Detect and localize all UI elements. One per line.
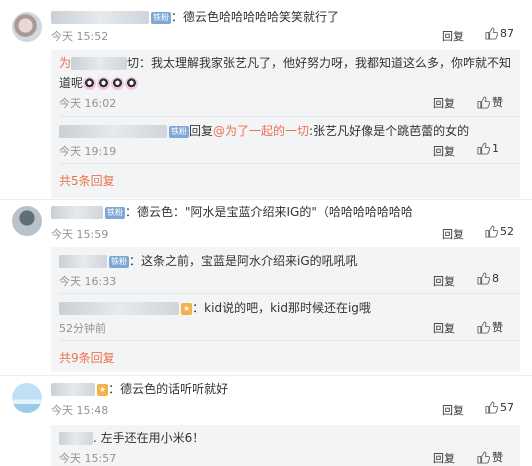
comment-time: 今天 15:52 [51, 30, 109, 43]
fan-badge: 铁粉 [169, 125, 189, 138]
reply-button[interactable]: 回复 [442, 226, 464, 242]
reply-text: . 左手还在用小米6！ [59, 428, 204, 448]
like-button[interactable]: 赞 [477, 94, 503, 110]
divider [0, 199, 532, 200]
like-button[interactable]: 57 [485, 401, 514, 414]
comment-time: 今天 15:48 [51, 404, 109, 417]
like-button[interactable]: 87 [485, 27, 514, 40]
comment-time: 今天 15:59 [51, 228, 109, 241]
divider [59, 340, 520, 341]
emoji-icon [125, 77, 139, 90]
fan-badge: ★ [181, 302, 193, 315]
reply-time: 52分钟前 [59, 322, 106, 335]
fan-badge: 铁粉 [109, 255, 129, 268]
more-replies-link[interactable]: 共9条回复 [59, 349, 115, 366]
reply-button[interactable]: 回复 [433, 95, 455, 111]
thumbs-up-icon [477, 272, 490, 285]
username[interactable] [51, 206, 103, 219]
reply-time: 今天 16:02 [59, 97, 117, 110]
username[interactable] [59, 255, 107, 268]
reply-time: 今天 19:19 [59, 145, 117, 158]
divider [59, 163, 520, 164]
emoji-icon [97, 77, 111, 90]
like-button[interactable]: 赞 [477, 449, 503, 465]
divider [0, 375, 532, 376]
reply-button[interactable]: 回复 [442, 402, 464, 418]
more-replies-link[interactable]: 共5条回复 [59, 172, 115, 189]
reply-button[interactable]: 回复 [433, 143, 455, 159]
fan-badge: 铁粉 [151, 11, 171, 24]
thumbs-up-icon [485, 401, 498, 414]
like-button[interactable]: 赞 [477, 319, 503, 335]
reply-button[interactable]: 回复 [442, 28, 464, 44]
reply-time: 今天 16:33 [59, 275, 117, 288]
thumbs-up-icon [477, 450, 490, 464]
divider [59, 116, 520, 117]
avatar[interactable] [12, 206, 42, 236]
reply-button[interactable]: 回复 [433, 320, 455, 336]
reply-button[interactable]: 回复 [433, 450, 455, 466]
thumbs-up-icon [485, 27, 498, 40]
reply-text: 为切：我太理解我家张艺凡了，他好努力呀，我都知道这么多，你咋就不知道呢 [59, 56, 512, 90]
thumbs-up-icon [485, 225, 498, 238]
divider [59, 293, 520, 294]
reply-text: 铁粉 ：这条之前，宝蓝是阿水介绍来iG的吼吼吼 [59, 251, 358, 271]
like-button[interactable]: 52 [485, 225, 514, 238]
comment-text: ★ ：德云色的话听听就好 [51, 379, 228, 399]
username[interactable] [51, 383, 95, 396]
reply-text: ★ ：kid说的吧，kid那时候还在ig哦 [59, 298, 371, 318]
thumbs-up-icon [477, 320, 490, 334]
comment-text: 铁粉 ：德云色哈哈哈哈哈笑笑就行了 [51, 7, 339, 27]
reply-time: 今天 15:57 [59, 452, 117, 465]
comment-text: 铁粉 ：德云色："阿水是宝蓝介绍来IG的"（哈哈哈哈哈哈哈 [51, 202, 413, 222]
thumbs-up-icon [477, 142, 490, 155]
avatar[interactable] [12, 12, 42, 42]
avatar[interactable] [12, 383, 42, 413]
fan-badge: ★ [97, 383, 109, 396]
username[interactable] [51, 11, 149, 24]
username[interactable] [59, 125, 167, 138]
thumbs-up-icon [477, 95, 490, 109]
reply-text: 铁粉 回复@为了一起的一切:张艺凡好像是个跳芭蕾的女的 [59, 121, 469, 141]
reply-button[interactable]: 回复 [433, 273, 455, 289]
fan-badge: 铁粉 [105, 206, 125, 219]
username[interactable] [59, 302, 179, 315]
username[interactable] [71, 57, 128, 70]
emoji-icon [83, 77, 97, 90]
like-button[interactable]: 8 [477, 272, 499, 285]
emoji-icon [111, 77, 125, 90]
username[interactable] [59, 432, 93, 445]
like-button[interactable]: 1 [477, 142, 499, 155]
